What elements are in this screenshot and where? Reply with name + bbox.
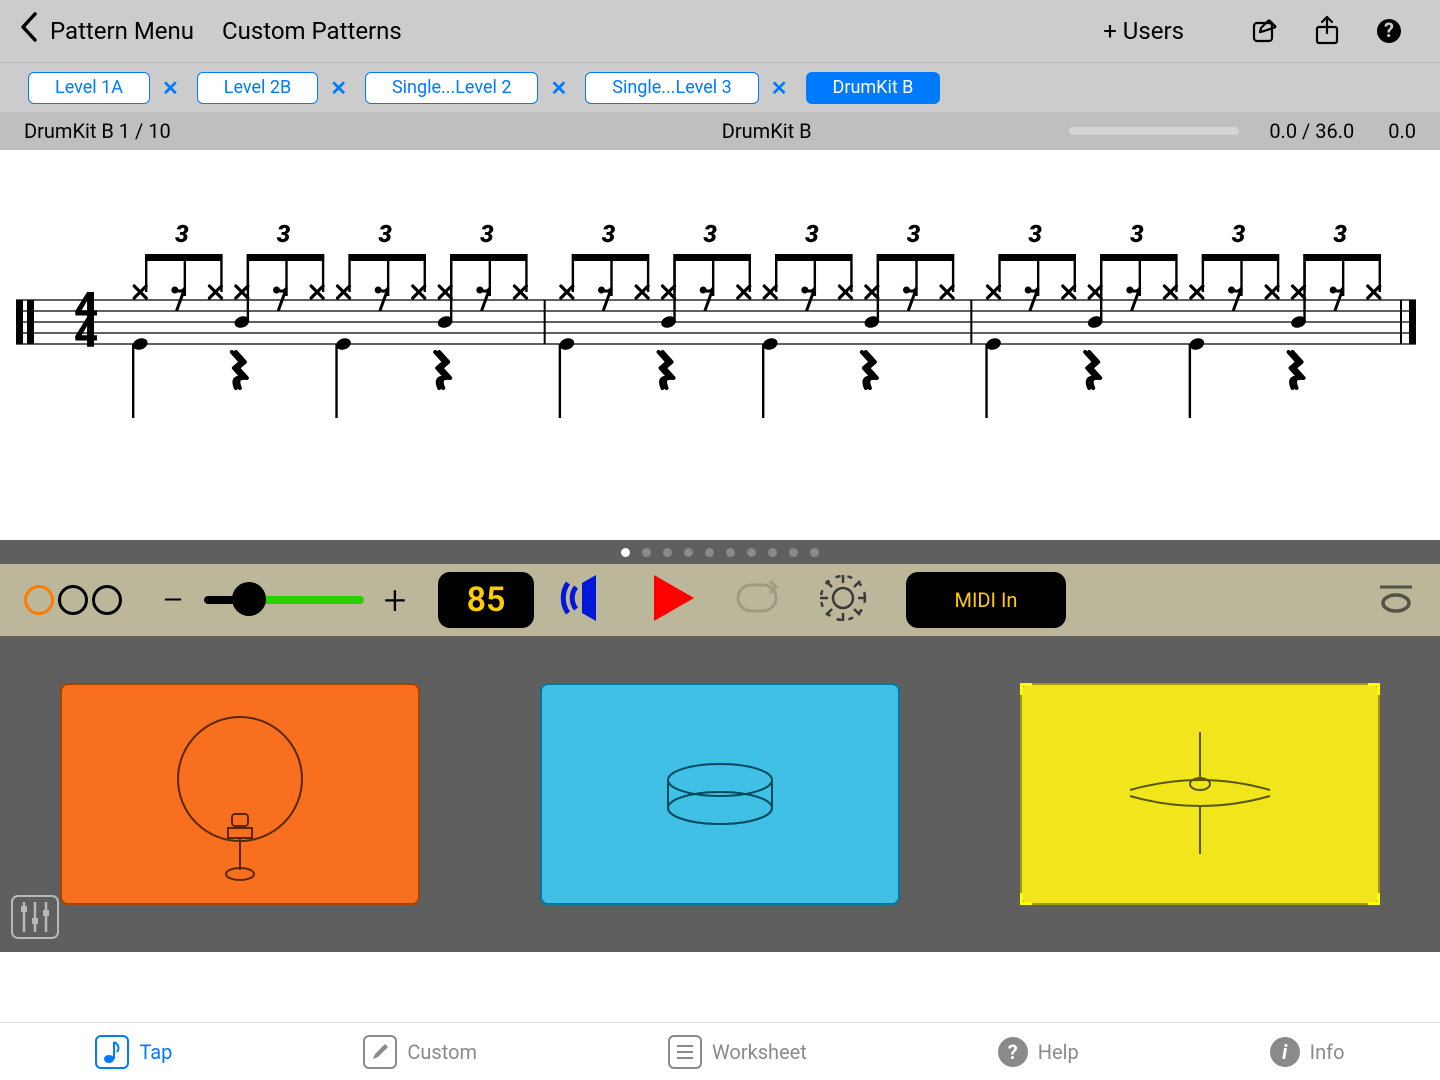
svg-text:4: 4 <box>74 309 98 358</box>
bottom-tab-custom[interactable]: Custom <box>363 1035 477 1069</box>
tab-close-0[interactable]: ✕ <box>162 76 179 100</box>
svg-text:3: 3 <box>480 220 494 248</box>
tab-close-1[interactable]: ✕ <box>330 76 347 100</box>
whole-note-icon[interactable] <box>1376 581 1416 619</box>
svg-text:3: 3 <box>703 220 717 248</box>
pad-snare[interactable] <box>540 683 900 905</box>
tempo-slider[interactable] <box>204 596 364 604</box>
page-dot[interactable] <box>663 548 672 557</box>
bottom-tab-worksheet[interactable]: Worksheet <box>668 1035 807 1069</box>
tab-2[interactable]: Single...Level 2 <box>365 72 539 104</box>
add-users-button[interactable]: + Users <box>1103 17 1184 45</box>
tempo-minus-button[interactable]: − <box>158 577 188 624</box>
bottom-tab-label: Tap <box>139 1040 172 1064</box>
page-dot[interactable] <box>789 548 798 557</box>
lines-icon <box>668 1035 702 1069</box>
pattern-menu-button[interactable]: Pattern Menu <box>50 17 194 45</box>
page-dot[interactable] <box>726 548 735 557</box>
pad-hihat[interactable] <box>1020 683 1380 905</box>
share-icon[interactable] <box>1312 16 1342 46</box>
tabs-row: Level 1A ✕ Level 2B ✕ Single...Level 2 ✕ Singl… <box>0 62 1440 112</box>
progress-bar <box>1069 127 1239 135</box>
bottom-tab-info[interactable]: i Info <box>1270 1037 1345 1067</box>
back-chevron-icon[interactable] <box>20 11 38 51</box>
tab-1[interactable]: Level 2B <box>197 72 318 104</box>
pad-kick[interactable] <box>60 683 420 905</box>
pencil-icon <box>363 1035 397 1069</box>
compose-icon[interactable] <box>1250 16 1280 46</box>
svg-text:3: 3 <box>907 220 921 248</box>
tempo-plus-button[interactable]: + <box>380 577 410 624</box>
bottom-tab-bar: Tap Custom Worksheet? Help i Info <box>0 1022 1440 1080</box>
question-icon: ? <box>998 1037 1028 1067</box>
status-score: 0.0 / 36.0 <box>1269 119 1354 143</box>
page-dot[interactable] <box>768 548 777 557</box>
page-title: Custom Patterns <box>222 17 402 45</box>
status-title: DrumKit B <box>364 119 1069 143</box>
loop-icon[interactable] <box>734 575 780 625</box>
note-icon <box>95 1035 129 1069</box>
info-icon: i <box>1270 1037 1300 1067</box>
count-beads <box>24 585 122 615</box>
bottom-tab-label: Worksheet <box>712 1040 807 1064</box>
notation-area: 44333333333333 <box>0 150 1440 540</box>
bottom-tab-label: Info <box>1310 1040 1345 1064</box>
status-position: DrumKit B 1 / 10 <box>24 119 364 143</box>
control-bar: − + 85 MIDI In <box>0 564 1440 636</box>
mixer-icon[interactable] <box>10 894 60 944</box>
help-icon[interactable]: ? <box>1374 16 1404 46</box>
status-value: 0.0 <box>1388 119 1416 143</box>
slider-knob[interactable] <box>232 582 266 616</box>
tab-4[interactable]: DrumKit B <box>806 72 941 104</box>
bottom-tab-tap[interactable]: Tap <box>95 1035 172 1069</box>
count-bead <box>58 585 88 615</box>
page-dot[interactable] <box>747 548 756 557</box>
page-dot[interactable] <box>621 548 630 557</box>
speaker-icon[interactable] <box>558 573 614 627</box>
bottom-tab-label: Help <box>1038 1040 1079 1064</box>
drum-pads <box>0 636 1440 952</box>
tab-close-3[interactable]: ✕ <box>771 76 788 100</box>
svg-text:3: 3 <box>277 220 291 248</box>
count-bead <box>24 585 54 615</box>
page-dot[interactable] <box>642 548 651 557</box>
controls-wrapper: − + 85 MIDI In <box>0 540 1440 952</box>
svg-text:3: 3 <box>1232 220 1246 248</box>
svg-text:?: ? <box>1384 18 1394 42</box>
tab-3[interactable]: Single...Level 3 <box>585 72 759 104</box>
settings-gear-icon[interactable] <box>816 571 870 629</box>
svg-text:3: 3 <box>378 220 392 248</box>
page-dot[interactable] <box>705 548 714 557</box>
svg-text:3: 3 <box>1333 220 1347 248</box>
page-indicator[interactable] <box>0 540 1440 564</box>
svg-text:3: 3 <box>805 220 819 248</box>
page-dot[interactable] <box>684 548 693 557</box>
tempo-display[interactable]: 85 <box>438 572 534 628</box>
tab-0[interactable]: Level 1A <box>28 72 150 104</box>
play-button[interactable] <box>650 573 698 627</box>
status-row: DrumKit B 1 / 10 DrumKit B 0.0 / 36.0 0.… <box>0 112 1440 150</box>
tab-close-2[interactable]: ✕ <box>550 76 567 100</box>
count-bead <box>92 585 122 615</box>
bottom-tab-help[interactable]: ? Help <box>998 1037 1079 1067</box>
svg-text:3: 3 <box>1130 220 1144 248</box>
top-toolbar: Pattern Menu Custom Patterns + Users ? <box>0 0 1440 62</box>
svg-text:3: 3 <box>175 220 189 248</box>
bottom-tab-label: Custom <box>407 1040 477 1064</box>
svg-text:3: 3 <box>602 220 616 248</box>
page-dot[interactable] <box>810 548 819 557</box>
svg-text:3: 3 <box>1028 220 1042 248</box>
midi-in-button[interactable]: MIDI In <box>906 572 1066 628</box>
